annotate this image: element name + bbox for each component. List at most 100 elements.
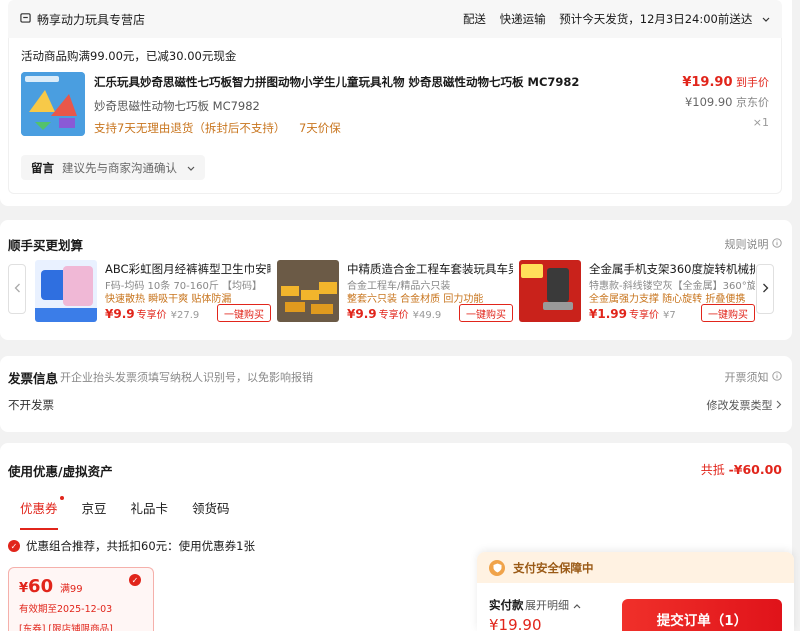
product-image[interactable] xyxy=(21,72,85,136)
guarantee-text: 支付安全保障中 xyxy=(513,560,594,575)
addon-item[interactable]: ABC彩虹图月经裤裤型卫生巾安睡 F码-均码 10条 70-160斤 【均码】 … xyxy=(35,260,271,322)
addon-item-name: ABC彩虹图月经裤裤型卫生巾安睡 xyxy=(105,262,271,276)
payment-guarantee: 支付安全保障中 xyxy=(477,552,794,583)
shop-name[interactable]: 畅享动力玩具专营店 xyxy=(37,11,145,28)
tab-coupons[interactable]: 优惠券 xyxy=(8,496,70,530)
store-icon xyxy=(20,12,31,26)
addon-item-features: 整套六只装 合金材质 回力功能 xyxy=(347,294,484,305)
final-price: ¥19.90 到手价 xyxy=(682,74,769,90)
invoice-value: 不开发票 xyxy=(8,398,54,412)
addon-title: 顺手买更划算 xyxy=(8,238,84,253)
coupon-validity: 有效期至2025-12-03 xyxy=(19,604,113,615)
invoice-notice-label: 开票须知 xyxy=(724,371,769,384)
order-body: 活动商品购满99.00元，已减30.00元现金 汇乐玩具妙奇思磁性七巧板智力拼图… xyxy=(8,38,782,194)
addon-price-tag: 专享价 xyxy=(378,310,409,321)
addon-item[interactable]: 全金属手机支架360度旋转机械折 特惠款-斜线镂空灰【全金属】360°旋转 全金… xyxy=(519,260,755,322)
coupon-scope: [东券] [限店铺限商品] xyxy=(19,624,113,631)
notification-dot xyxy=(59,496,64,500)
chevron-left-icon xyxy=(14,281,21,297)
message-placeholder: 建议先与商家沟通确认 xyxy=(62,160,177,175)
delivery-label: 配送 xyxy=(462,12,486,26)
addon-item-price: ¥1.99 专享价 ¥7 xyxy=(589,306,676,321)
return-policy: 支持7天无理由退货（拆封后不支持） xyxy=(94,121,286,135)
addon-orig-price: ¥27.9 xyxy=(170,310,200,321)
addon-item-price: ¥9.9 专享价 ¥49.9 xyxy=(347,306,441,321)
coupon-recommend[interactable]: ✓ 优惠组合推荐，共抵扣60元：使用优惠券1张 xyxy=(8,538,255,554)
info-icon xyxy=(772,238,782,251)
addon-item-features: 全金属强力支撑 随心旋转 折叠便携 xyxy=(589,294,746,305)
price-protection: 7天价保 xyxy=(298,121,341,135)
shop-order-card: 畅享动力玩具专营店 配送 快递运输 预计今天发货，12月3日24:00前送达 活… xyxy=(0,0,792,206)
delivery-estimate: 预计今天发货，12月3日24:00前送达 xyxy=(559,12,753,26)
product-title[interactable]: 汇乐玩具妙奇思磁性七巧板智力拼图动物小学生儿童玩具礼物 妙奇思磁性动物七巧板 M… xyxy=(94,74,654,90)
quantity: ×1 xyxy=(752,116,769,129)
addon-orig-price: ¥49.9 xyxy=(412,310,442,321)
final-price-tag: 到手价 xyxy=(736,76,769,89)
chevron-up-icon xyxy=(573,599,581,612)
addon-item-name: 全金属手机支架360度旋转机械折 xyxy=(589,262,755,276)
shop-header: 畅享动力玩具专营店 配送 快递运输 预计今天发货，12月3日24:00前送达 xyxy=(8,0,782,38)
submit-order-button[interactable]: 提交订单（1） xyxy=(622,599,782,631)
scroll-left-button[interactable] xyxy=(8,264,26,314)
expand-detail-link[interactable]: 展开明细 xyxy=(525,597,581,613)
tab-redeem-code[interactable]: 领货码 xyxy=(180,498,242,520)
discount-tabs: 优惠券 京豆 礼品卡 领货码 xyxy=(8,496,242,530)
discount-title: 使用优惠/虚拟资产 xyxy=(8,464,113,479)
modify-invoice-label: 修改发票类型 xyxy=(706,399,773,412)
promo-text: 活动商品购满99.00元，已减30.00元现金 xyxy=(21,49,237,63)
delivery-info[interactable]: 配送 快递运输 预计今天发货，12月3日24:00前送达 xyxy=(453,11,770,27)
coupon-amount: ¥60 xyxy=(19,576,53,597)
discount-total-value: -¥60.00 xyxy=(728,462,782,477)
coupon-item[interactable]: ¥60 满99 有效期至2025-12-03 [东券] [限店铺限商品] ✓ xyxy=(8,567,154,631)
info-icon xyxy=(772,371,782,384)
invoice-hint: 开企业抬头发票须填写纳税人识别号，以免影响报销 xyxy=(60,371,313,384)
message-field[interactable]: 留言 建议先与商家沟通确认 xyxy=(21,155,205,180)
coupon-amount-value: 60 xyxy=(28,576,54,597)
addon-item-image[interactable] xyxy=(277,260,339,322)
buy-now-button[interactable]: 一键购买 xyxy=(701,304,755,322)
addon-item-name: 中精质造合金工程车套装玩具车男 xyxy=(347,262,513,276)
rules-link[interactable]: 规则说明 xyxy=(725,236,783,252)
invoice-notice-link[interactable]: 开票须知 xyxy=(725,369,783,385)
tab-label: 优惠券 xyxy=(20,501,58,516)
invoice-title: 发票信息 xyxy=(8,371,59,386)
product-spec: 妙奇思磁性动物七巧板 MC7982 xyxy=(94,99,260,113)
modify-invoice-link[interactable]: 修改发票类型 xyxy=(707,397,783,413)
discount-total-label: 共抵 xyxy=(700,463,725,477)
invoice-card: 发票信息 开企业抬头发票须填写纳税人识别号，以免影响报销 开票须知 不开发票 修… xyxy=(0,356,792,432)
chevron-right-icon xyxy=(776,399,782,412)
addon-item-features: 快速散热 瞬吸干爽 贴体防漏 xyxy=(105,294,232,305)
scroll-right-button[interactable] xyxy=(756,264,774,314)
price-column: ¥19.90 到手价 ¥109.90 京东价 ×1 xyxy=(682,74,769,129)
check-icon: ✓ xyxy=(129,574,141,586)
coupon-condition: 满99 xyxy=(59,584,83,595)
tab-gift-card[interactable]: 礼品卡 xyxy=(119,498,181,520)
delivery-method: 快递运输 xyxy=(499,12,546,26)
paid-label: 实付款 xyxy=(489,598,524,612)
discount-total: 共抵 -¥60.00 xyxy=(701,461,782,478)
addon-price-tag: 专享价 xyxy=(136,310,167,321)
message-label: 留言 xyxy=(31,160,54,175)
rules-label: 规则说明 xyxy=(724,238,769,251)
buy-now-button[interactable]: 一键购买 xyxy=(217,304,271,322)
addon-item-price: ¥9.9 专享价 ¥27.9 xyxy=(105,306,199,321)
chevron-down-icon xyxy=(187,161,195,175)
recommend-text: 优惠组合推荐，共抵扣60元：使用优惠券1张 xyxy=(26,539,255,553)
tab-jingdou[interactable]: 京豆 xyxy=(70,498,119,520)
addon-price-tag: 专享价 xyxy=(628,310,659,321)
shield-icon xyxy=(489,559,505,576)
addon-orig-price: ¥7 xyxy=(662,310,676,321)
addon-item-image[interactable] xyxy=(519,260,581,322)
paid-amount: ¥19.90 xyxy=(489,616,542,631)
original-price: ¥109.90 京东价 xyxy=(682,94,769,110)
chevron-down-icon xyxy=(762,12,770,26)
addon-price-value: ¥9.9 xyxy=(105,307,135,321)
detail-label: 展开明细 xyxy=(525,599,569,612)
addon-recommend-card: 顺手买更划算 规则说明 ABC彩虹图月经裤裤型卫生巾安睡 F码-均码 10条 7… xyxy=(0,220,792,340)
final-price-value: ¥19.90 xyxy=(682,75,733,90)
addon-item[interactable]: 中精质造合金工程车套装玩具车男 合金工程车/精品六只装 整套六只装 合金材质 回… xyxy=(277,260,513,322)
original-price-value: ¥109.90 xyxy=(684,95,733,109)
buy-now-button[interactable]: 一键购买 xyxy=(459,304,513,322)
payment-panel: 支付安全保障中 实付款 展开明细 ¥19.90 提交订单（1） xyxy=(477,552,794,631)
addon-item-image[interactable] xyxy=(35,260,97,322)
